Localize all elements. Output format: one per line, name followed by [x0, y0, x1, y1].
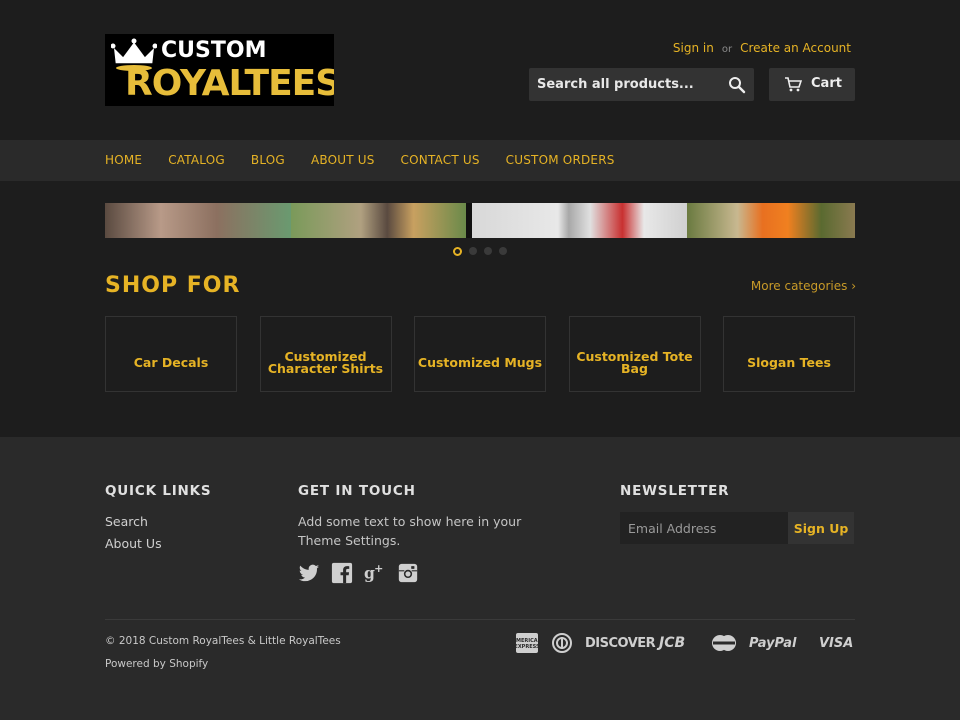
get-in-touch-heading: GET IN TOUCH — [298, 483, 416, 499]
svg-text:EXPRESS: EXPRESS — [516, 644, 538, 650]
category-tile[interactable]: Customized Character Shirts — [259, 316, 392, 392]
nav-custom-orders[interactable]: CUSTOM ORDERS — [506, 153, 615, 167]
category-label: Slogan Tees — [747, 355, 831, 370]
newsletter-email-input[interactable] — [620, 512, 788, 544]
category-tile[interactable]: Customized Tote Bag — [568, 316, 701, 392]
section-title: SHOP FOR — [105, 273, 241, 298]
slide-image — [291, 203, 466, 238]
slide-image — [472, 203, 687, 238]
svg-text:+: + — [374, 562, 383, 575]
category-grid: Car Decals Customized Character Shirts C… — [105, 316, 855, 392]
cart-label: Cart — [811, 76, 842, 91]
slide-image — [687, 203, 855, 238]
instagram-icon[interactable] — [397, 562, 419, 584]
sign-in-link[interactable]: Sign in — [673, 41, 714, 55]
slider-dot[interactable] — [469, 247, 477, 255]
footer-divider — [105, 619, 855, 620]
nav-home[interactable]: HOME — [105, 153, 142, 167]
powered-by-shopify-link[interactable]: Powered by Shopify — [105, 658, 208, 670]
search-bar — [529, 68, 754, 101]
quick-links-heading: QUICK LINKS — [105, 483, 212, 499]
facebook-icon[interactable] — [331, 562, 353, 584]
social-links: g + — [298, 562, 430, 584]
discover-icon: DISCOVER — [585, 635, 656, 651]
newsletter-heading: NEWSLETTER — [620, 483, 730, 499]
visa-icon: VISA — [819, 635, 854, 651]
diners-club-icon — [552, 632, 572, 654]
newsletter-form: Sign Up — [620, 512, 854, 544]
google-plus-icon[interactable]: g + — [364, 562, 386, 584]
slider-dots — [453, 247, 514, 256]
twitter-icon[interactable] — [298, 562, 320, 584]
footer-link-search[interactable]: Search — [105, 514, 148, 529]
logo-text-royaltees: ROYALTEES — [125, 63, 334, 104]
or-text: or — [721, 44, 733, 55]
account-links: Sign in or Create an Account — [673, 41, 851, 55]
more-categories-link[interactable]: More categories › — [751, 279, 856, 293]
paypal-icon: PayPal — [749, 635, 797, 651]
cart-icon — [785, 77, 802, 92]
copyright-text: © 2018 Custom RoyalTees & Little RoyalTe… — [105, 635, 341, 647]
category-label: Customized Character Shirts — [267, 349, 384, 376]
get-in-touch-text: Add some text to show here in your Theme… — [298, 514, 522, 548]
mastercard-icon — [710, 632, 738, 654]
nav-blog[interactable]: BLOG — [251, 153, 285, 167]
main-nav: HOME CATALOG BLOG ABOUT US CONTACT US CU… — [0, 140, 960, 181]
search-icon[interactable] — [728, 76, 746, 94]
create-account-link[interactable]: Create an Account — [740, 41, 851, 55]
logo-text-custom: CUSTOM — [161, 38, 267, 63]
amex-icon: AMERICANEXPRESS — [516, 632, 538, 654]
nav-catalog[interactable]: CATALOG — [168, 153, 225, 167]
category-label: Customized Mugs — [417, 355, 543, 370]
category-label: Customized Tote Bag — [576, 349, 693, 376]
slider-dot[interactable] — [453, 247, 462, 256]
category-tile[interactable]: Customized Mugs — [414, 316, 546, 392]
footer-link-about-us[interactable]: About Us — [105, 536, 162, 551]
jcb-icon: JCB — [659, 635, 686, 651]
site-header: CUSTOM ROYALTEES Sign in or Create an Acco… — [0, 0, 960, 140]
nav-about-us[interactable]: ABOUT US — [311, 153, 375, 167]
slider-dot[interactable] — [499, 247, 507, 255]
cart-button[interactable]: Cart — [769, 68, 855, 101]
slider-dot[interactable] — [484, 247, 492, 255]
slide-image — [105, 203, 291, 238]
site-footer — [0, 437, 960, 720]
category-label: Car Decals — [133, 355, 209, 370]
search-input[interactable] — [529, 68, 719, 101]
category-tile[interactable]: Slogan Tees — [723, 316, 855, 392]
hero-slider[interactable] — [105, 203, 855, 238]
nav-contact-us[interactable]: CONTACT US — [401, 153, 480, 167]
sign-up-button[interactable]: Sign Up — [788, 512, 854, 544]
category-tile[interactable]: Car Decals — [105, 316, 237, 392]
logo[interactable]: CUSTOM ROYALTEES — [105, 34, 334, 106]
